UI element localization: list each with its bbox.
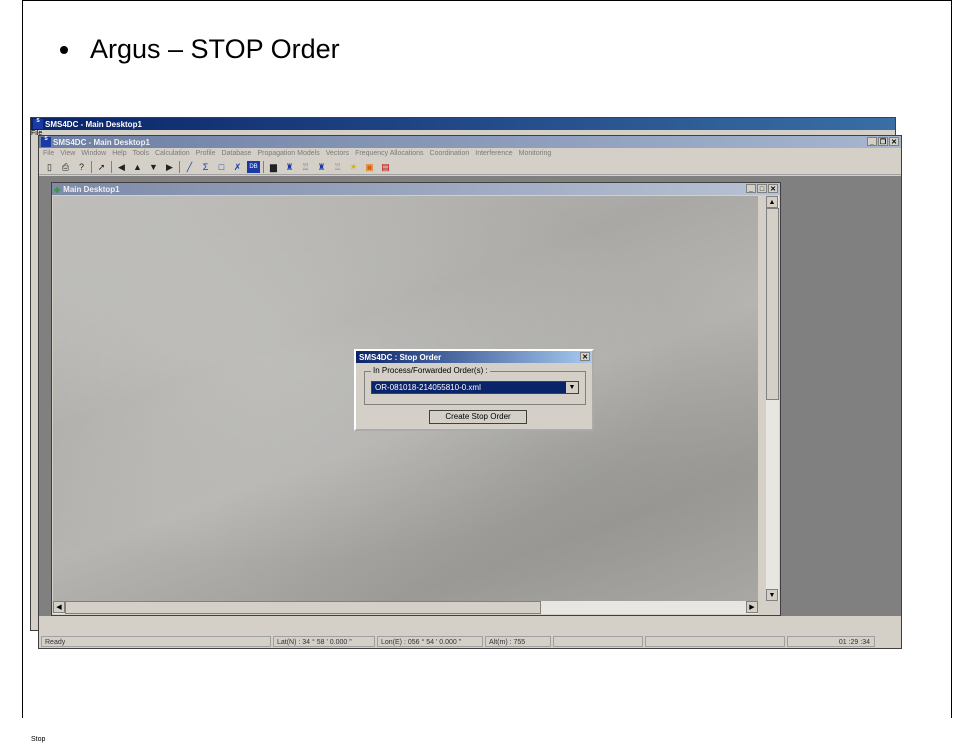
- menu-tools[interactable]: Tools: [133, 150, 149, 157]
- stop-order-dialog: SMS4DC : Stop Order ✕ In Process/Forward…: [354, 349, 594, 431]
- pointer-icon[interactable]: ➚: [95, 161, 108, 173]
- app-logo-icon: S: [33, 119, 43, 129]
- status-ready: Ready: [41, 635, 271, 647]
- menu-coordination[interactable]: Coordination: [430, 150, 470, 157]
- help-icon[interactable]: ?: [75, 161, 88, 173]
- status-clock: 01 :29 :34: [787, 635, 875, 647]
- arrow-left-icon[interactable]: ◀: [115, 161, 128, 173]
- child-close-button[interactable]: ✕: [768, 184, 778, 193]
- status-latitude: Lat(N) : 34 ° 58 ' 0.000 ": [273, 635, 375, 647]
- tower-gray-icon[interactable]: ♖: [331, 161, 344, 173]
- bullet-icon: [60, 45, 68, 54]
- create-stop-order-button[interactable]: Create Stop Order: [429, 410, 527, 424]
- menu-interference[interactable]: Interference: [475, 150, 512, 157]
- chart-icon[interactable]: ▆: [267, 161, 280, 173]
- new-file-icon[interactable]: ▯: [43, 161, 56, 173]
- toolbar-separator: [179, 160, 180, 173]
- dialog-title: SMS4DC : Stop Order: [359, 352, 442, 362]
- app-logo-icon: S: [41, 137, 51, 147]
- toolbar-separator: [111, 160, 112, 173]
- tower-outline-icon[interactable]: ♖: [299, 161, 312, 173]
- horizontal-scrollbar[interactable]: ◀ ▶: [53, 601, 758, 614]
- close-button[interactable]: ✕: [889, 137, 899, 146]
- menu-monitoring[interactable]: Monitoring: [519, 150, 552, 157]
- minimize-button[interactable]: _: [867, 137, 877, 146]
- menu-file[interactable]: File: [43, 150, 54, 157]
- chevron-down-icon[interactable]: ▼: [566, 382, 578, 393]
- tower-icon[interactable]: ♜: [283, 161, 296, 173]
- status-empty-1: [553, 635, 643, 647]
- arrow-up-icon[interactable]: ▲: [131, 161, 144, 173]
- slide-title: Argus – STOP Order: [60, 34, 340, 65]
- child-window-title: Main Desktop1: [63, 184, 120, 194]
- arrow-down-icon[interactable]: ▼: [147, 161, 160, 173]
- child-titlebar[interactable]: ◈ Main Desktop1 _ □ ✕: [52, 183, 780, 195]
- rectangle-icon[interactable]: □: [215, 161, 228, 173]
- order-select[interactable]: OR-081018-214055810-0.xml ▼: [371, 381, 579, 394]
- dialog-close-button[interactable]: ✕: [580, 352, 590, 361]
- tower-red-icon[interactable]: ♜: [315, 161, 328, 173]
- statusbar: Ready Lat(N) : 34 ° 58 ' 0.000 " Lon(E) …: [39, 634, 901, 648]
- vertical-scroll-thumb[interactable]: [766, 208, 779, 400]
- menu-help[interactable]: Help: [112, 150, 126, 157]
- status-altitude: Alt(m) : 755: [485, 635, 551, 647]
- menubar: File View Window Help Tools Calculation …: [39, 148, 901, 159]
- menu-database[interactable]: Database: [221, 150, 251, 157]
- menu-frequency-allocations[interactable]: Frequency Allocations: [355, 150, 423, 157]
- toolbar: ▯ ⎙ ? ➚ ◀ ▲ ▼ ▶ ╱ Σ □ ✗ DB ▆ ♜ ♖ ♜ ♖ ☀ ▣…: [39, 159, 901, 175]
- restore-button[interactable]: ❐: [878, 137, 888, 146]
- scroll-right-arrow-icon[interactable]: ▶: [746, 601, 758, 613]
- app-window-title: SMS4DC - Main Desktop1: [53, 137, 150, 147]
- order-select-value: OR-081018-214055810-0.xml: [375, 383, 481, 392]
- child-maximize-button[interactable]: □: [757, 184, 767, 193]
- horizontal-scroll-thumb[interactable]: [65, 601, 541, 614]
- scroll-left-arrow-icon[interactable]: ◀: [53, 601, 65, 613]
- menu-view[interactable]: View: [60, 150, 75, 157]
- toolbar-separator: [263, 160, 264, 173]
- sun-icon[interactable]: ☀: [347, 161, 360, 173]
- arrow-right-icon[interactable]: ▶: [163, 161, 176, 173]
- palette-icon[interactable]: ▤: [379, 161, 392, 173]
- menu-window[interactable]: Window: [81, 150, 106, 157]
- back-window-title: SMS4DC - Main Desktop1: [45, 119, 142, 129]
- status-empty-2: [645, 635, 785, 647]
- dialog-titlebar[interactable]: SMS4DC : Stop Order ✕: [356, 351, 592, 363]
- back-window-titlebar[interactable]: S SMS4DC - Main Desktop1: [31, 118, 895, 130]
- window-icon[interactable]: ▣: [363, 161, 376, 173]
- scroll-up-arrow-icon[interactable]: ▲: [766, 196, 778, 208]
- menu-vectors[interactable]: Vectors: [326, 150, 349, 157]
- sum-icon[interactable]: Σ: [199, 161, 212, 173]
- status-longitude: Lon(E) : 056 ° 54 ' 0.000 ": [377, 635, 483, 647]
- line-icon[interactable]: ╱: [183, 161, 196, 173]
- print-icon[interactable]: ⎙: [59, 161, 72, 173]
- orders-group-label: In Process/Forwarded Order(s) :: [371, 366, 490, 375]
- slide-title-text: Argus – STOP Order: [90, 34, 340, 64]
- menu-profile[interactable]: Profile: [196, 150, 216, 157]
- orders-groupbox: In Process/Forwarded Order(s) : OR-08101…: [364, 366, 586, 405]
- globe-icon: ◈: [54, 184, 61, 194]
- child-minimize-button[interactable]: _: [746, 184, 756, 193]
- xy-icon[interactable]: ✗: [231, 161, 244, 173]
- menu-propagation-models[interactable]: Propagation Models: [257, 150, 319, 157]
- menu-calculation[interactable]: Calculation: [155, 150, 190, 157]
- app-titlebar[interactable]: S SMS4DC - Main Desktop1 _ ❐ ✕: [39, 136, 901, 148]
- vertical-scrollbar[interactable]: ▲ ▼: [766, 196, 779, 601]
- db-icon[interactable]: DB: [247, 160, 260, 173]
- back-status-text: Stop: [31, 736, 46, 743]
- toolbar-separator: [91, 160, 92, 173]
- scroll-down-arrow-icon[interactable]: ▼: [766, 589, 778, 601]
